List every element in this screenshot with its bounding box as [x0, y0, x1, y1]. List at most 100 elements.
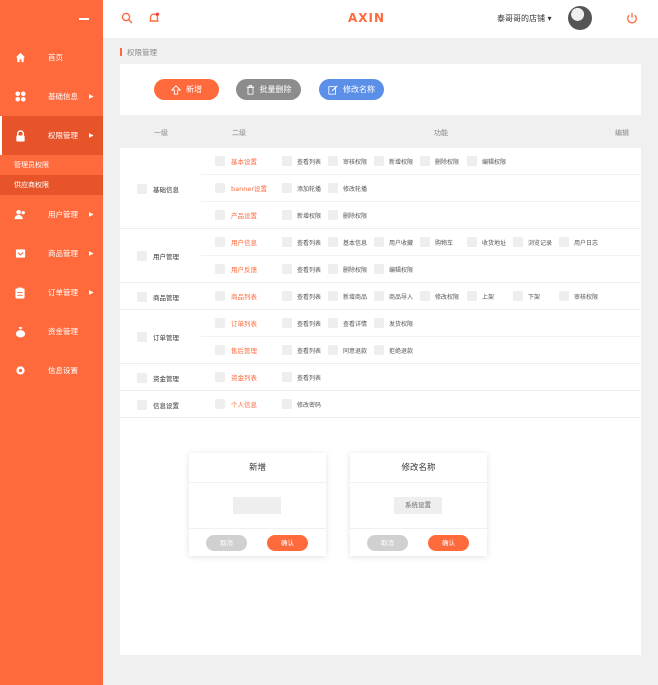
permission-option[interactable]: 购物车 — [420, 237, 453, 247]
permission-option[interactable]: 基本信息 — [328, 237, 367, 247]
group-checkbox[interactable] — [137, 399, 147, 410]
sidebar-item-settings[interactable]: 信息设置 — [0, 351, 103, 390]
permission-checkbox[interactable] — [282, 156, 292, 166]
submenu-item-admin-permissions[interactable]: 管理员权限 — [0, 155, 103, 175]
subcategory-checkbox[interactable] — [215, 210, 225, 220]
group-checkbox[interactable] — [137, 251, 147, 261]
subcategory-checkbox[interactable] — [215, 237, 225, 247]
permission-option[interactable]: 编辑权限 — [374, 264, 413, 274]
sidebar-item-products[interactable]: 商品管理 ▶ — [0, 234, 103, 273]
permission-checkbox[interactable] — [282, 399, 292, 409]
permission-checkbox[interactable] — [282, 291, 292, 301]
permission-checkbox[interactable] — [559, 237, 569, 247]
group-checkbox[interactable] — [137, 291, 147, 302]
sidebar-item-home[interactable]: 首页 — [0, 38, 103, 77]
permission-checkbox[interactable] — [374, 156, 384, 166]
subcategory-checkbox[interactable] — [215, 264, 225, 274]
permission-option[interactable]: 查看列表 — [282, 372, 321, 382]
permission-checkbox[interactable] — [420, 237, 430, 247]
logout-icon[interactable] — [626, 12, 639, 25]
permission-checkbox[interactable] — [282, 237, 292, 247]
permission-option[interactable]: 查看列表 — [282, 318, 321, 328]
subcategory-checkbox[interactable] — [215, 372, 225, 382]
permission-checkbox[interactable] — [513, 291, 523, 301]
bell-icon[interactable] — [148, 12, 162, 26]
permission-option[interactable]: 发货权限 — [374, 318, 413, 328]
group-checkbox[interactable] — [137, 372, 147, 383]
subcategory-checkbox[interactable] — [215, 291, 225, 301]
permission-option[interactable]: 浏览记录 — [513, 237, 552, 247]
permission-option[interactable]: 删除权限 — [328, 210, 367, 220]
avatar[interactable] — [568, 6, 592, 30]
permission-option[interactable]: 查看详情 — [328, 318, 367, 328]
add-button[interactable]: 新增 — [154, 79, 219, 100]
search-icon[interactable] — [121, 12, 135, 26]
permission-option[interactable]: 查看列表 — [282, 291, 321, 301]
permission-checkbox[interactable] — [282, 345, 292, 355]
permission-option[interactable]: 添加轮播 — [282, 183, 321, 193]
group-checkbox[interactable] — [137, 183, 147, 194]
shop-selector[interactable]: 泰哥哥的店铺 ▾ — [497, 13, 552, 24]
permission-checkbox[interactable] — [559, 291, 569, 301]
permission-option[interactable]: 拒绝退款 — [374, 345, 413, 355]
permission-option[interactable]: 查看列表 — [282, 156, 321, 166]
submenu-item-supplier-permissions[interactable]: 供应商权限 — [0, 175, 103, 195]
subcategory-checkbox[interactable] — [215, 156, 225, 166]
sidebar-item-users[interactable]: 用户管理 ▶ — [0, 195, 103, 234]
permission-checkbox[interactable] — [282, 183, 292, 193]
permission-checkbox[interactable] — [420, 156, 430, 166]
rename-button[interactable]: 修改名称 — [319, 79, 384, 100]
group-checkbox[interactable] — [137, 332, 147, 342]
name-input[interactable] — [233, 497, 281, 514]
permission-option[interactable]: 用户日志 — [559, 237, 598, 247]
permission-option[interactable]: 新增权限 — [282, 210, 321, 220]
permission-option[interactable]: 审核权限 — [559, 291, 598, 301]
permission-checkbox[interactable] — [374, 291, 384, 301]
permission-checkbox[interactable] — [467, 237, 477, 247]
permission-option[interactable]: 删除权限 — [328, 264, 367, 274]
permission-option[interactable]: 删除权限 — [420, 156, 459, 166]
confirm-button[interactable]: 确认 — [428, 535, 469, 551]
permission-option[interactable]: 修改权限 — [420, 291, 459, 301]
permission-checkbox[interactable] — [328, 318, 338, 328]
permission-checkbox[interactable] — [467, 291, 477, 301]
permission-option[interactable]: 修改密码 — [282, 399, 321, 409]
permission-option[interactable]: 上架 — [467, 291, 494, 301]
permission-option[interactable]: 同意退款 — [328, 345, 367, 355]
permission-option[interactable]: 下架 — [513, 291, 540, 301]
subcategory-checkbox[interactable] — [215, 345, 225, 355]
subcategory-checkbox[interactable] — [215, 399, 225, 409]
permission-checkbox[interactable] — [328, 156, 338, 166]
sidebar-item-permissions[interactable]: 权限管理 ▶ — [0, 116, 103, 155]
permission-option[interactable]: 编辑权限 — [467, 156, 506, 166]
permission-option[interactable]: 收货地址 — [467, 237, 506, 247]
brand-logo[interactable]: AXIN — [348, 11, 385, 25]
permission-checkbox[interactable] — [420, 291, 430, 301]
permission-checkbox[interactable] — [282, 264, 292, 274]
cancel-button[interactable]: 取消 — [367, 535, 408, 551]
sidebar-item-funds[interactable]: 资金管理 — [0, 312, 103, 351]
permission-option[interactable]: 用户收藏 — [374, 237, 413, 247]
batch-delete-button[interactable]: 批量删除 — [236, 79, 301, 100]
permission-checkbox[interactable] — [282, 372, 292, 382]
permission-option[interactable]: 查看列表 — [282, 264, 321, 274]
permission-option[interactable]: 新增权限 — [374, 156, 413, 166]
permission-option[interactable]: 新增商品 — [328, 291, 367, 301]
permission-checkbox[interactable] — [328, 237, 338, 247]
permission-checkbox[interactable] — [328, 210, 338, 220]
collapse-menu-icon[interactable] — [79, 18, 89, 20]
permission-checkbox[interactable] — [374, 318, 384, 328]
permission-checkbox[interactable] — [282, 318, 292, 328]
permission-checkbox[interactable] — [328, 345, 338, 355]
subcategory-checkbox[interactable] — [215, 183, 225, 193]
sidebar-item-basic-info[interactable]: 基础信息 ▶ — [0, 77, 103, 116]
permission-checkbox[interactable] — [374, 237, 384, 247]
permission-checkbox[interactable] — [328, 264, 338, 274]
cancel-button[interactable]: 取消 — [206, 535, 247, 551]
permission-checkbox[interactable] — [374, 345, 384, 355]
confirm-button[interactable]: 确认 — [267, 535, 308, 551]
permission-checkbox[interactable] — [328, 291, 338, 301]
sidebar-item-orders[interactable]: 订单管理 ▶ — [0, 273, 103, 312]
permission-option[interactable]: 查看列表 — [282, 345, 321, 355]
name-input[interactable]: 系统设置 — [394, 497, 442, 514]
